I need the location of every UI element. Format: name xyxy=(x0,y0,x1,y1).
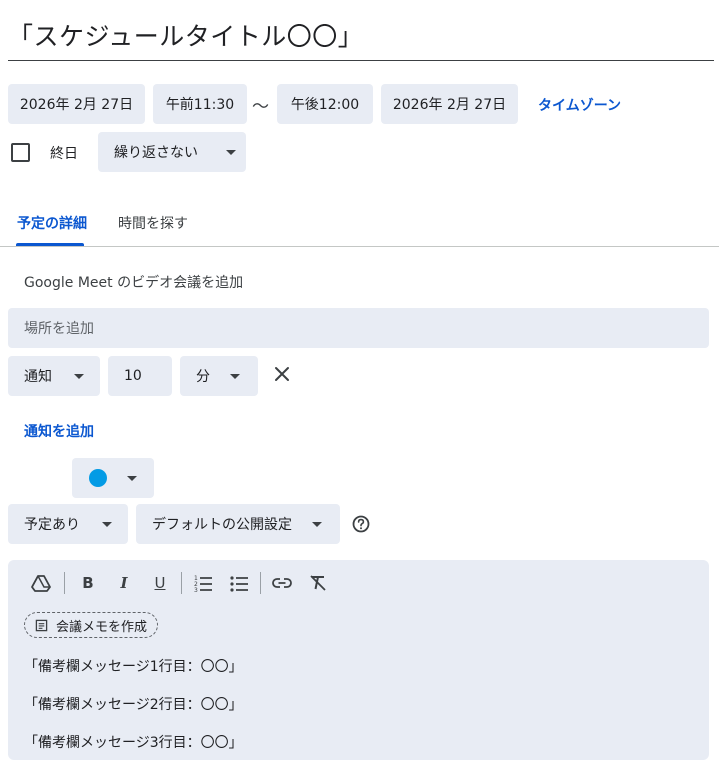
underline-icon[interactable]: U xyxy=(149,572,171,594)
tabs-divider xyxy=(0,246,719,247)
color-swatch xyxy=(89,469,107,487)
location-input[interactable]: 場所を追加 xyxy=(8,308,709,348)
add-google-meet-button[interactable]: Google Meet のビデオ会議を追加 xyxy=(24,272,243,292)
end-date-picker[interactable]: 2026年 2月 27日 xyxy=(381,84,518,124)
all-day-label: 終日 xyxy=(50,146,78,162)
start-date-picker[interactable]: 2026年 2月 27日 xyxy=(8,84,145,124)
start-time-picker[interactable]: 午前11:30 xyxy=(153,84,247,124)
end-time-picker[interactable]: 午後12:00 xyxy=(277,84,373,124)
toolbar-divider xyxy=(260,572,261,594)
toolbar-divider xyxy=(181,572,182,594)
availability-dropdown[interactable]: 予定あり xyxy=(8,504,128,544)
event-title-input[interactable]: 「スケジュールタイトル〇〇」 xyxy=(8,14,714,61)
notes-icon xyxy=(35,619,48,631)
description-line: 「備考欄メッセージ1行目：〇〇」 xyxy=(24,659,243,675)
create-meeting-notes-button[interactable]: 会議メモを作成 xyxy=(24,612,159,638)
notification-type-dropdown[interactable]: 通知 xyxy=(8,356,100,396)
notification-type-value: 通知 xyxy=(24,369,52,385)
recurrence-dropdown[interactable]: 繰り返さない xyxy=(98,132,246,172)
bold-icon[interactable]: B xyxy=(77,572,99,594)
bulleted-list-icon[interactable] xyxy=(228,572,250,594)
description-line: 「備考欄メッセージ3行目：〇〇」 xyxy=(24,735,243,751)
italic-icon[interactable]: I xyxy=(113,572,135,594)
chevron-down-icon xyxy=(312,521,322,527)
visibility-value: デフォルトの公開設定 xyxy=(152,517,292,533)
add-notification-link[interactable]: 通知を追加 xyxy=(24,421,94,441)
visibility-dropdown[interactable]: デフォルトの公開設定 xyxy=(136,504,340,544)
svg-text:3: 3 xyxy=(194,587,198,593)
visibility-help-button[interactable] xyxy=(351,514,371,534)
formatting-toolbar: B I U 123 xyxy=(30,572,329,594)
numbered-list-icon[interactable]: 123 xyxy=(192,572,214,594)
time-range-separator: 〜 xyxy=(252,97,269,117)
notification-unit-dropdown[interactable]: 分 xyxy=(180,356,258,396)
tab-event-details[interactable]: 予定の詳細 xyxy=(17,213,87,233)
drive-icon[interactable] xyxy=(30,572,52,594)
tab-find-time[interactable]: 時間を探す xyxy=(118,213,188,233)
help-icon xyxy=(352,515,370,533)
availability-value: 予定あり xyxy=(24,517,80,533)
chevron-down-icon xyxy=(230,373,240,379)
description-line: 「備考欄メッセージ2行目：〇〇」 xyxy=(24,697,243,713)
toolbar-divider xyxy=(64,572,65,594)
all-day-checkbox[interactable] xyxy=(11,143,30,162)
chevron-down-icon xyxy=(226,149,236,155)
clear-formatting-icon[interactable] xyxy=(307,572,329,594)
link-icon[interactable] xyxy=(271,572,293,594)
chevron-down-icon xyxy=(127,475,137,481)
notification-unit-value: 分 xyxy=(196,369,210,385)
close-icon xyxy=(275,367,289,381)
chevron-down-icon xyxy=(102,521,112,527)
meeting-notes-label: 会議メモを作成 xyxy=(56,619,148,635)
remove-notification-button[interactable] xyxy=(273,365,291,383)
notification-value-input[interactable]: 10 xyxy=(108,356,172,396)
recurrence-selected: 繰り返さない xyxy=(114,145,198,161)
timezone-link[interactable]: タイムゾーン xyxy=(538,95,621,115)
chevron-down-icon xyxy=(74,373,84,379)
event-color-picker[interactable] xyxy=(72,458,154,498)
